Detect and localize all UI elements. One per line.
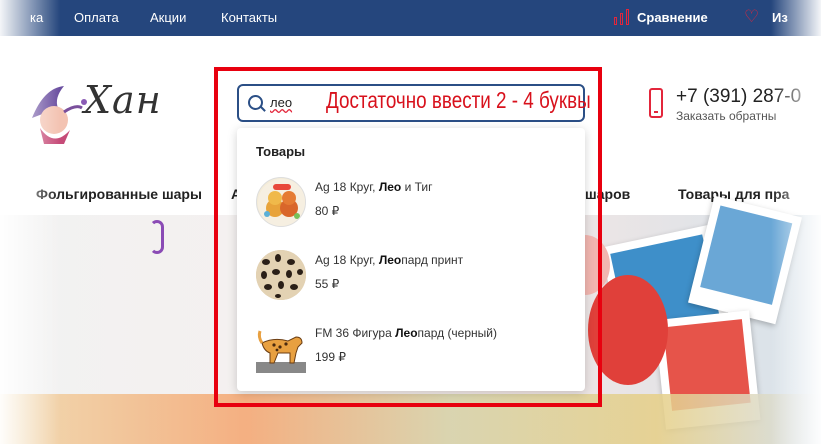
phone-icon	[649, 88, 663, 118]
search-input[interactable]: лео	[270, 95, 292, 110]
product-thumbnail[interactable]	[256, 177, 306, 227]
category-foil-balloons[interactable]: Фольгированные шары	[36, 186, 202, 202]
compare-icon[interactable]	[614, 9, 630, 25]
suggestion-item[interactable]: FM 36 Фигура Леопард (черный) 199 ₽	[237, 323, 585, 393]
product-thumbnail[interactable]	[256, 323, 306, 373]
search-suggestions: Товары Ag 18 Круг, Лео и Тиг 80 ₽ Ag 18 …	[237, 128, 585, 391]
product-name[interactable]: FM 36 Фигура Леопард (черный)	[315, 326, 497, 340]
product-thumbnail[interactable]	[256, 250, 306, 300]
edge-fade-left	[0, 0, 60, 444]
suggestions-section-title: Товары	[256, 144, 306, 159]
compare-link[interactable]: Сравнение	[637, 10, 708, 25]
logo-text[interactable]: Хан	[84, 78, 162, 122]
product-name[interactable]: Ag 18 Круг, Леопард принт	[315, 253, 463, 267]
nav-link-promotions[interactable]: Акции	[150, 10, 186, 25]
nav-link-contacts[interactable]: Контакты	[221, 10, 277, 25]
search-icon[interactable]	[248, 95, 263, 110]
edge-fade-right	[771, 0, 821, 444]
product-name[interactable]: Ag 18 Круг, Лео и Тиг	[315, 180, 433, 194]
callback-link[interactable]: Заказать обратны	[676, 109, 776, 123]
decorative-squiggle	[150, 220, 164, 254]
nav-link-payment[interactable]: Оплата	[74, 10, 119, 25]
product-price: 80 ₽	[315, 204, 340, 218]
heart-icon[interactable]: ♡	[744, 8, 759, 25]
hero-balloon	[588, 275, 668, 385]
hero-bottom-band	[0, 394, 821, 444]
product-price: 199 ₽	[315, 350, 346, 364]
suggestion-item[interactable]: Ag 18 Круг, Леопард принт 55 ₽	[237, 250, 585, 320]
suggestion-item[interactable]: Ag 18 Круг, Лео и Тиг 80 ₽	[237, 177, 585, 247]
product-price: 55 ₽	[315, 277, 340, 291]
annotation-text: Достаточно ввести 2 - 4 буквы	[326, 87, 591, 113]
top-nav: ка Оплата Акции Контакты Сравнение ♡ Из	[0, 0, 821, 36]
